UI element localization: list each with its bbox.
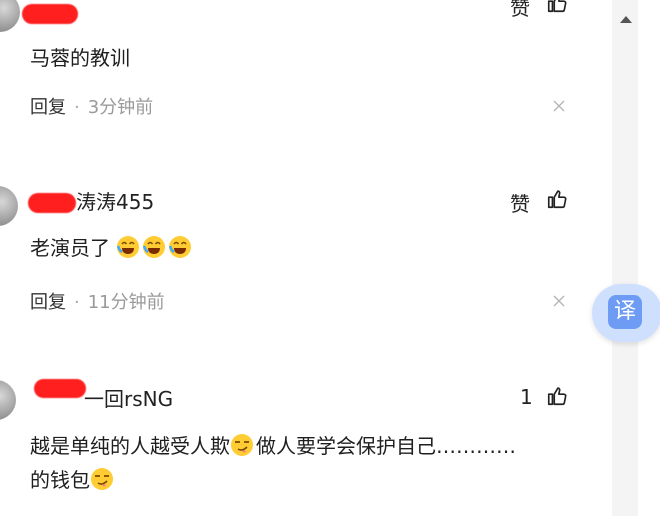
redacted-username [34, 379, 86, 398]
comment-text: 老演员了 [30, 232, 194, 261]
comment-meta: 回复 · 3分钟前 [30, 97, 154, 118]
avatar[interactable] [0, 0, 20, 32]
crying-laughing-emoji [143, 236, 166, 258]
comment-text-line: 的钱包 [30, 464, 116, 493]
scroll-up-arrow-icon[interactable] [620, 16, 632, 23]
translate-icon: 译 [608, 295, 642, 329]
comment-text-line: 越是单纯的人越受人欺 做人要学会保护自己………… [30, 434, 516, 458]
redacted-username [22, 4, 78, 24]
crying-laughing-emoji [169, 236, 192, 258]
thumbs-up-icon[interactable] [546, 385, 568, 407]
translate-button[interactable]: 译 [592, 284, 660, 342]
reply-button[interactable]: 回复 [30, 292, 66, 313]
close-icon[interactable] [553, 295, 565, 307]
timestamp: 3分钟前 [87, 97, 154, 118]
smirk-tongue-emoji [231, 434, 253, 456]
comment-feed: 赞 马蓉的教训 回复 · 3分钟前 涛涛455 赞 老演员了 回复 · 11分钟前 [0, 0, 612, 516]
close-icon[interactable] [553, 100, 565, 112]
smirk-tongue-emoji [91, 468, 113, 490]
timestamp: 11分钟前 [87, 292, 165, 313]
scrollbar[interactable] [612, 0, 638, 516]
avatar[interactable] [0, 380, 16, 420]
like-label[interactable]: 赞 [510, 188, 530, 217]
like-count[interactable]: 1 [520, 385, 533, 409]
thumbs-up-icon[interactable] [546, 188, 568, 210]
crying-laughing-emoji [117, 236, 140, 258]
comment-meta: 回复 · 11分钟前 [30, 292, 165, 313]
like-label[interactable]: 赞 [510, 0, 530, 21]
thumbs-up-icon[interactable] [546, 0, 568, 14]
reply-button[interactable]: 回复 [30, 97, 66, 118]
comment-text: 马蓉的教训 [30, 46, 130, 70]
redacted-username [28, 193, 76, 213]
avatar[interactable] [0, 186, 18, 226]
